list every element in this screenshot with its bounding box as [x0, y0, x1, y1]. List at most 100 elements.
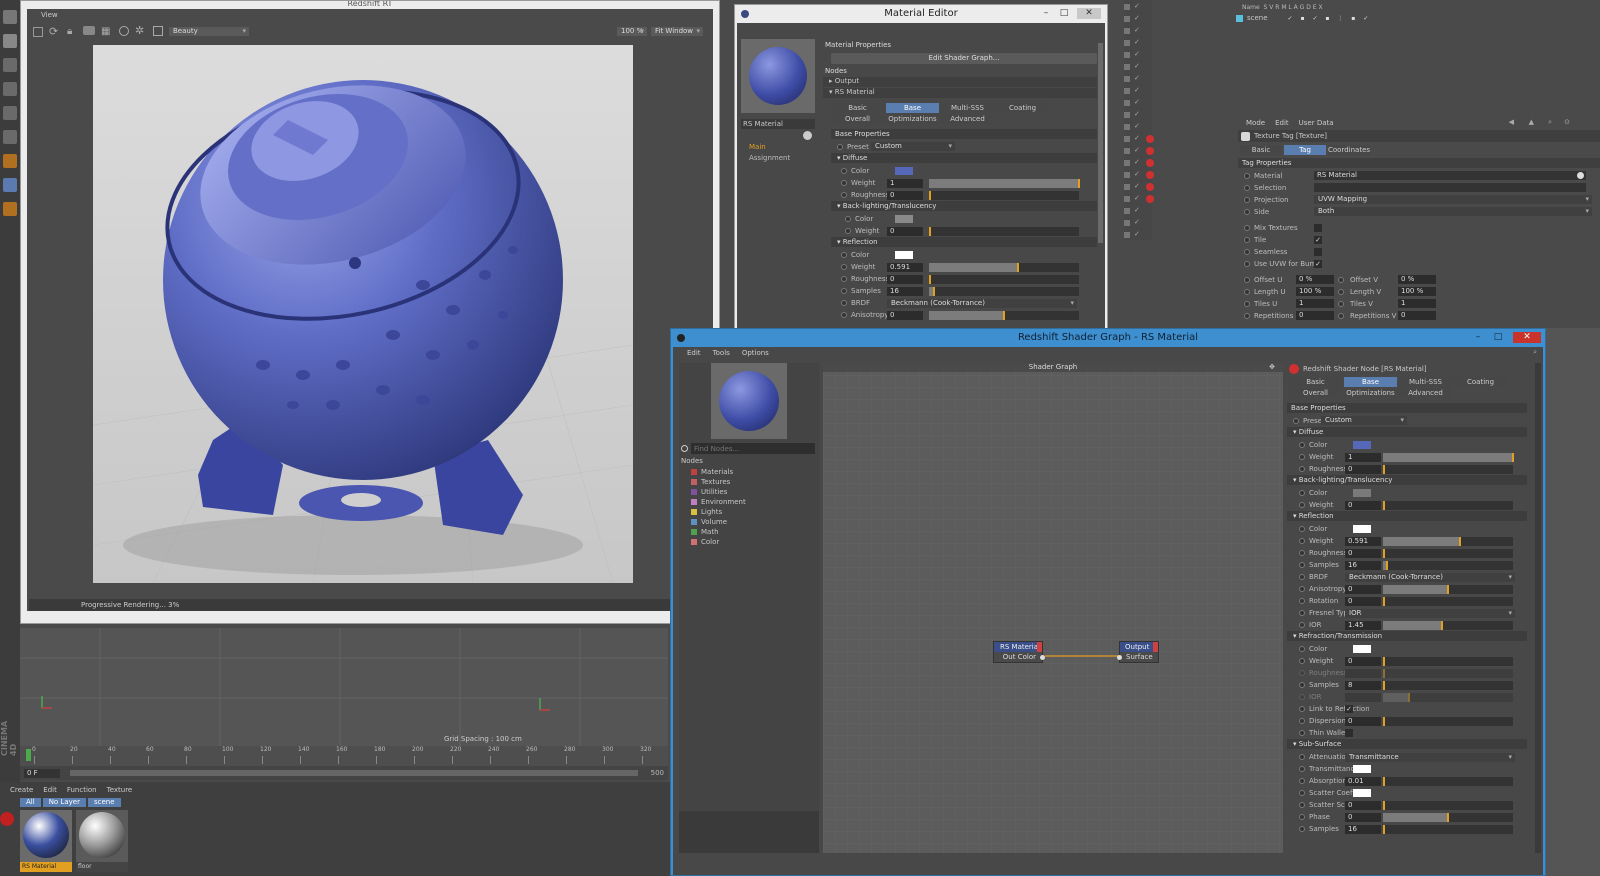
slider-handle[interactable] — [1383, 680, 1385, 690]
color-swatch[interactable] — [895, 167, 913, 175]
slider-handle[interactable] — [1458, 536, 1461, 546]
node-category-environment[interactable]: Environment — [679, 497, 819, 507]
om-scene-row[interactable]: scene ✓ ▪ ✓ ▪ ⋮ ▪ ✓ — [1236, 14, 1371, 22]
visibility-dot-icon[interactable] — [1124, 136, 1130, 142]
preview-options-icon[interactable] — [803, 131, 812, 140]
visibility-dot-icon[interactable] — [1124, 160, 1130, 166]
prop-value[interactable]: 1 — [887, 178, 923, 188]
mm-menu-function[interactable]: Function — [67, 786, 97, 794]
check-icon[interactable]: ✓ — [1134, 14, 1142, 22]
minimize-button[interactable]: – — [1039, 8, 1053, 19]
output-in-socket[interactable] — [1117, 655, 1122, 660]
visibility-dot-icon[interactable] — [1124, 124, 1130, 130]
link-assignment[interactable]: Assignment — [749, 154, 790, 162]
prop-anim-radio[interactable] — [845, 228, 851, 234]
check-icon[interactable]: ✓ — [1134, 146, 1142, 154]
section-diffuse[interactable]: ▾ Diffuse — [1287, 427, 1527, 437]
tree-rs-material[interactable]: ▾ RS Material — [823, 88, 1097, 98]
prop-anim-radio[interactable] — [841, 276, 847, 282]
prop-slider[interactable] — [929, 226, 1079, 236]
visibility-dot-icon[interactable] — [1124, 196, 1130, 202]
prop-value[interactable]: 0.591 — [887, 262, 923, 272]
prop-anim-radio[interactable] — [1299, 694, 1305, 700]
sg-search-icon[interactable]: ⌕ — [1533, 348, 1537, 357]
prop-anim-radio[interactable] — [1299, 826, 1305, 832]
camera-icon[interactable] — [83, 26, 95, 35]
am-anim-radio[interactable] — [1338, 313, 1344, 319]
am-pair-value[interactable]: 1 — [1296, 299, 1334, 308]
section-diffuse[interactable]: ▾ Diffuse — [831, 153, 1097, 163]
am-anim-radio[interactable] — [1244, 301, 1250, 307]
edges-tool-icon[interactable] — [3, 106, 17, 120]
tab-optimizations[interactable]: Optimizations — [1344, 388, 1397, 398]
search-icon[interactable]: ⌕ — [1548, 118, 1552, 127]
check-icon[interactable]: ✓ — [1134, 206, 1142, 214]
mm-menu-texture[interactable]: Texture — [107, 786, 133, 794]
prop-value[interactable] — [1345, 692, 1381, 702]
tab-base-properties[interactable]: Base Properties — [886, 103, 939, 122]
material-link-icon[interactable] — [1577, 172, 1584, 179]
prop-anim-radio[interactable] — [841, 300, 847, 306]
check-icon[interactable]: ✓ — [1134, 110, 1142, 118]
section-reflection[interactable]: ▾ Reflection — [1287, 511, 1527, 521]
prop-slider[interactable] — [929, 286, 1079, 296]
rs-material-out-socket[interactable] — [1040, 655, 1045, 660]
workplane-tool-icon[interactable] — [3, 178, 17, 192]
am-anim-radio[interactable] — [1244, 209, 1250, 215]
prop-value[interactable]: 0 — [1345, 656, 1381, 666]
slider-handle[interactable] — [1383, 800, 1385, 810]
check-icon[interactable]: ✓ — [1134, 170, 1142, 178]
prop-value[interactable]: 0 — [1345, 464, 1381, 474]
tab-coating[interactable]: Coating — [1454, 377, 1507, 387]
slider-handle[interactable] — [1408, 692, 1410, 702]
prop-dropdown[interactable]: IOR — [1345, 608, 1515, 618]
am-anim-radio[interactable] — [1244, 261, 1250, 267]
am-anim-radio[interactable] — [1338, 301, 1344, 307]
prop-anim-radio[interactable] — [841, 288, 847, 294]
visibility-dot-icon[interactable] — [1124, 208, 1130, 214]
prop-slider[interactable] — [1383, 536, 1513, 546]
sg-preview[interactable] — [711, 363, 787, 439]
check-icon[interactable]: ✓ — [1134, 134, 1142, 142]
prop-anim-radio[interactable] — [1299, 598, 1305, 604]
close-button[interactable]: ✕ — [1077, 8, 1101, 19]
prop-anim-radio[interactable] — [841, 264, 847, 270]
fit-select[interactable]: Fit Window — [651, 27, 703, 36]
prop-value[interactable]: 0.01 — [1345, 776, 1381, 786]
prop-slider[interactable] — [1383, 812, 1513, 822]
am-anim-radio[interactable] — [1244, 313, 1250, 319]
polygons-tool-icon[interactable] — [3, 130, 17, 144]
tab-basic[interactable]: Basic — [1289, 377, 1342, 387]
prop-anim-radio[interactable] — [1299, 802, 1305, 808]
stop-icon[interactable] — [33, 27, 43, 37]
prop-slider[interactable] — [929, 310, 1079, 320]
am-anim-radio[interactable] — [1338, 277, 1344, 283]
sg-maximize-button[interactable]: □ — [1491, 332, 1505, 343]
prop-slider[interactable] — [1383, 692, 1513, 702]
edit-shader-graph-button[interactable]: Edit Shader Graph... — [831, 53, 1097, 64]
move-tool-icon[interactable] — [3, 10, 17, 24]
prop-slider[interactable] — [1383, 452, 1514, 462]
nav-back-icon[interactable]: ◀ — [1509, 118, 1514, 126]
checkbox[interactable]: ✓ — [1345, 705, 1353, 713]
am-anim-radio[interactable] — [1244, 173, 1250, 179]
color-swatch[interactable] — [895, 215, 913, 223]
circle-icon[interactable] — [119, 26, 129, 36]
slider-handle[interactable] — [932, 286, 935, 296]
am-anim-radio[interactable] — [1244, 197, 1250, 203]
check-icon[interactable]: ✓ — [1134, 218, 1142, 226]
prop-value[interactable]: 0 — [1345, 584, 1381, 594]
snap-tool-icon[interactable] — [3, 154, 17, 168]
sg-close-button[interactable]: ✕ — [1513, 332, 1541, 343]
np-preset-select[interactable]: Custom — [1321, 416, 1407, 425]
prop-value[interactable]: 0 — [1345, 812, 1381, 822]
material-swatch[interactable]: floor — [76, 810, 128, 872]
prop-slider[interactable] — [1383, 716, 1513, 726]
am-pair-value[interactable]: 100 % — [1296, 287, 1334, 296]
color-swatch[interactable] — [1353, 645, 1371, 653]
color-swatch[interactable] — [1353, 525, 1371, 533]
section-sub-surface[interactable]: ▾ Sub-Surface — [1287, 739, 1527, 749]
check-icon[interactable]: ✓ — [1134, 26, 1142, 34]
node-category-color[interactable]: Color — [679, 537, 819, 547]
sg-menu-options[interactable]: Options — [742, 349, 769, 357]
